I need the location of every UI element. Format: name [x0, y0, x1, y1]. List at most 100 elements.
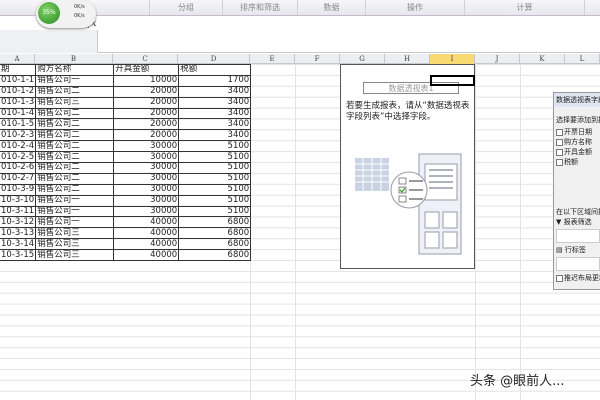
ribbon-group-group[interactable]: 分组	[150, 0, 223, 15]
table-cell[interactable]: 20000	[113, 118, 180, 131]
column-header-a[interactable]: A	[0, 54, 35, 64]
table-cell[interactable]: 010-3-9	[0, 183, 37, 196]
table-cell[interactable]: 30000	[113, 172, 180, 185]
column-header-f[interactable]: F	[295, 54, 340, 64]
table-cell[interactable]: 销售公司一	[35, 216, 115, 229]
table-cell[interactable]: 销售公司三	[35, 96, 115, 109]
table-cell[interactable]: 010-2-3	[0, 129, 37, 142]
table-cell[interactable]: 30000	[113, 151, 180, 164]
table-cell[interactable]: 销售公司二	[35, 85, 115, 98]
table-cell[interactable]: 3400	[178, 129, 252, 142]
table-cell[interactable]: 10-3-10	[0, 194, 37, 207]
table-cell[interactable]: 20000	[113, 85, 180, 98]
active-cell[interactable]	[430, 75, 475, 86]
table-cell[interactable]: 10-3-14	[0, 238, 37, 251]
table-cell[interactable]: 3400	[178, 107, 252, 120]
table-cell[interactable]: 40000	[113, 227, 180, 240]
table-cell[interactable]: 30000	[113, 140, 180, 153]
table-cell[interactable]: 10-3-12	[0, 216, 37, 229]
table-cell[interactable]: 40000	[113, 249, 180, 262]
table-cell[interactable]: 1700	[178, 74, 252, 87]
defer-layout-update[interactable]: 推迟布局更新	[554, 273, 600, 283]
table-cell[interactable]: 10-3-15	[0, 249, 37, 262]
column-header-e[interactable]: E	[250, 54, 295, 64]
checkbox[interactable]	[556, 158, 563, 166]
column-header-l[interactable]: L	[565, 54, 600, 64]
table-cell[interactable]: 010-2-4	[0, 140, 37, 153]
checkbox[interactable]	[556, 138, 563, 146]
table-cell[interactable]: 5100	[178, 162, 252, 174]
table-cell[interactable]: 销售公司一	[35, 194, 115, 207]
table-cell[interactable]: 10000	[113, 74, 180, 87]
ribbon-group-data[interactable]: 数据	[298, 0, 366, 15]
column-header-i[interactable]: I	[430, 54, 475, 64]
table-cell[interactable]: 销售公司二	[35, 129, 115, 142]
table-cell[interactable]: 6800	[178, 238, 252, 251]
table-cell[interactable]: 销售公司二	[35, 118, 115, 131]
table-cell[interactable]: 销售公司一	[35, 205, 115, 218]
table-cell[interactable]: 5100	[178, 140, 252, 153]
table-cell[interactable]: 3400	[178, 85, 252, 98]
table-cell[interactable]: 40000	[113, 238, 180, 251]
table-cell[interactable]: 销售公司二	[35, 140, 115, 153]
table-cell[interactable]: 010-2-6	[0, 162, 37, 174]
ribbon-group-actions[interactable]: 操作	[366, 0, 465, 15]
column-header-d[interactable]: D	[178, 54, 250, 64]
pivot-table-placeholder[interactable]: 数据透视表1 若要生成报表，请从“数据透视表字段列表”中选择字段。	[340, 64, 475, 269]
column-header-h[interactable]: H	[385, 54, 430, 64]
table-cell[interactable]: 销售公司三	[35, 227, 115, 240]
table-cell[interactable]: 010-2-7	[0, 172, 37, 185]
table-cell[interactable]: 购方名称	[35, 64, 115, 76]
checkbox[interactable]	[556, 148, 563, 156]
table-cell[interactable]: 开具金额	[113, 64, 180, 76]
column-header-g[interactable]: G	[340, 54, 385, 64]
table-cell[interactable]: 5100	[178, 172, 252, 185]
table-cell[interactable]: 30000	[113, 162, 180, 174]
table-cell[interactable]: 3400	[178, 96, 252, 109]
table-cell[interactable]: 6800	[178, 227, 252, 240]
table-cell[interactable]: 期	[0, 64, 37, 76]
table-cell[interactable]: 5100	[178, 194, 252, 207]
column-header-b[interactable]: B	[35, 54, 113, 64]
table-cell[interactable]: 销售公司二	[35, 162, 115, 174]
table-cell[interactable]: 3400	[178, 118, 252, 131]
table-cell[interactable]: 010-1-5	[0, 118, 37, 131]
table-cell[interactable]: 30000	[113, 194, 180, 207]
table-cell[interactable]: 5100	[178, 183, 252, 196]
field-item[interactable]: 税额	[554, 157, 600, 167]
table-cell[interactable]: 010-1-3	[0, 96, 37, 109]
checkbox[interactable]	[556, 128, 563, 136]
table-cell[interactable]: 5100	[178, 151, 252, 164]
field-item[interactable]: 开票日期	[554, 127, 600, 137]
table-cell[interactable]: 20000	[113, 129, 180, 142]
table-cell[interactable]: 40000	[113, 216, 180, 229]
table-cell[interactable]: 销售公司二	[35, 183, 115, 196]
checkbox[interactable]	[556, 274, 563, 282]
ribbon-group-sort-filter[interactable]: 排序和筛选	[223, 0, 298, 15]
table-cell[interactable]: 20000	[113, 107, 180, 120]
table-cell[interactable]: 010-2-5	[0, 151, 37, 164]
table-cell[interactable]: 010-1-4	[0, 107, 37, 120]
table-cell[interactable]: 5100	[178, 205, 252, 218]
table-cell[interactable]: 10-3-13	[0, 227, 37, 240]
row-labels-dropzone[interactable]	[556, 257, 600, 271]
table-cell[interactable]: 销售公司二	[35, 107, 115, 120]
table-cell[interactable]: 销售公司三	[35, 238, 115, 251]
table-cell[interactable]: 30000	[113, 205, 180, 218]
table-cell[interactable]: 销售公司二	[35, 151, 115, 164]
table-cell[interactable]: 税额	[178, 64, 252, 76]
table-cell[interactable]: 6800	[178, 249, 252, 262]
table-cell[interactable]: 6800	[178, 216, 252, 229]
table-cell[interactable]: 销售公司二	[35, 172, 115, 185]
table-cell[interactable]: 010-1-2	[0, 85, 37, 98]
report-filter-dropzone[interactable]	[556, 229, 600, 243]
table-cell[interactable]: 20000	[113, 96, 180, 109]
table-cell[interactable]: 010-1-1	[0, 74, 37, 87]
ribbon-group-calc[interactable]: 计算	[465, 0, 585, 15]
network-speed-widget[interactable]: 35% 0K/s 0K/s	[36, 0, 96, 28]
table-cell[interactable]: 销售公司三	[35, 249, 115, 262]
table-cell[interactable]: 10-3-11	[0, 205, 37, 218]
table-cell[interactable]: 30000	[113, 183, 180, 196]
table-cell[interactable]: 销售公司一	[35, 74, 115, 87]
name-box[interactable]	[0, 30, 98, 53]
